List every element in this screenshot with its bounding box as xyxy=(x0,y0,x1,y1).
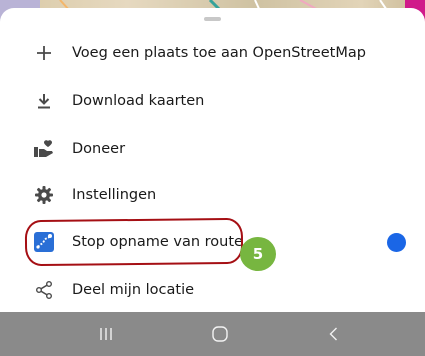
back-button[interactable] xyxy=(304,312,364,356)
menu-item-download-maps[interactable]: Download kaarten xyxy=(0,79,425,123)
home-icon xyxy=(212,326,228,342)
home-button[interactable] xyxy=(190,312,250,356)
menu-item-label: Deel mijn locatie xyxy=(72,282,195,298)
highlight-ring xyxy=(24,217,244,267)
step-badge: 5 xyxy=(240,237,276,271)
menu-item-share-location[interactable]: Deel mijn locatie xyxy=(0,268,425,312)
menu-item-label: Voeg een plaats toe aan OpenStreetMap xyxy=(72,45,366,61)
menu-item-label: Download kaarten xyxy=(72,93,205,109)
menu-item-donate[interactable]: Doneer xyxy=(0,127,425,171)
menu-item-label: Instellingen xyxy=(72,187,157,203)
menu-item-add-place[interactable]: Voeg een plaats toe aan OpenStreetMap xyxy=(0,31,425,75)
recent-apps-button[interactable] xyxy=(76,312,136,356)
gear-icon xyxy=(30,181,58,209)
back-icon xyxy=(329,327,337,341)
recent-apps-icon xyxy=(100,328,112,340)
share-icon xyxy=(30,276,58,304)
system-navigation-bar xyxy=(0,312,425,356)
menu-item-label: Doneer xyxy=(72,141,126,157)
menu-item-settings[interactable]: Instellingen xyxy=(0,173,425,217)
donate-hand-heart-icon xyxy=(30,135,58,163)
recording-active-indicator[interactable] xyxy=(387,232,406,252)
plus-icon xyxy=(30,39,58,67)
download-icon xyxy=(30,87,58,115)
drag-handle[interactable] xyxy=(204,17,221,21)
